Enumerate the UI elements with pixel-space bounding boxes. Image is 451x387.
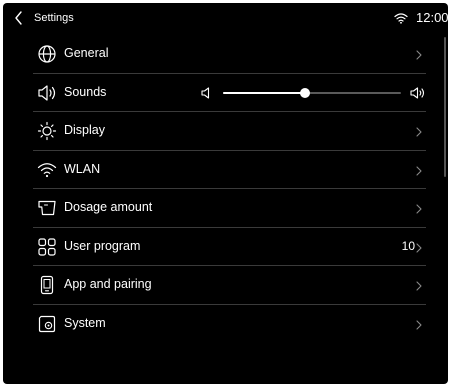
settings-item-user-program[interactable]: User program 10 xyxy=(33,228,426,266)
settings-list: General Sounds Display WLAN Dosage amoun… xyxy=(33,35,426,342)
settings-item-dosage-amount[interactable]: Dosage amount xyxy=(33,189,426,228)
chevron-right-icon xyxy=(415,241,423,253)
status-bar: Settings 12:00 xyxy=(3,3,448,33)
chevron-right-icon xyxy=(415,279,423,291)
settings-item-general[interactable]: General xyxy=(33,35,426,74)
settings-item-label: System xyxy=(64,315,106,330)
chevron-right-icon xyxy=(415,125,423,137)
chevron-right-icon xyxy=(415,318,423,330)
speaker-icon xyxy=(37,83,57,103)
chevron-right-icon xyxy=(415,202,423,214)
settings-item-sounds: Sounds xyxy=(33,74,426,112)
settings-item-display[interactable]: Display xyxy=(33,112,426,151)
grid-icon xyxy=(37,237,57,257)
volume-high-icon xyxy=(410,85,426,101)
volume-low-icon xyxy=(201,86,213,100)
settings-item-label: User program xyxy=(64,238,141,253)
wifi-icon xyxy=(37,160,57,180)
globe-icon xyxy=(37,44,57,64)
slider-fill xyxy=(223,91,305,94)
settings-item-label: General xyxy=(64,46,109,60)
settings-item-label: App and pairing xyxy=(64,277,152,291)
page-title: Settings xyxy=(34,12,74,24)
chevron-right-icon xyxy=(415,48,423,60)
chevron-left-icon xyxy=(15,11,22,25)
settings-item-label: WLAN xyxy=(64,161,101,176)
settings-item-app-and-pairing[interactable]: App and pairing xyxy=(33,266,426,305)
cup-icon xyxy=(37,198,57,218)
settings-item-wlan[interactable]: WLAN xyxy=(33,151,426,189)
scrollbar[interactable] xyxy=(444,37,446,177)
wifi-status-icon xyxy=(394,11,408,24)
back-button[interactable] xyxy=(11,10,27,26)
phone-icon xyxy=(37,275,57,295)
settings-item-label: Sounds xyxy=(64,84,107,99)
settings-item-label: Display xyxy=(64,123,105,137)
system-settings-icon xyxy=(37,314,57,334)
settings-screen: Settings 12:00 General Sounds Display WL… xyxy=(3,3,448,384)
chevron-right-icon xyxy=(415,164,423,176)
settings-item-label: Dosage amount xyxy=(64,200,153,214)
settings-item-system[interactable]: System xyxy=(33,305,426,343)
sun-icon xyxy=(37,121,57,141)
volume-slider[interactable] xyxy=(223,86,401,100)
user-program-count: 10 xyxy=(401,238,415,253)
slider-thumb[interactable] xyxy=(299,87,310,98)
clock: 12:00 xyxy=(416,10,448,25)
